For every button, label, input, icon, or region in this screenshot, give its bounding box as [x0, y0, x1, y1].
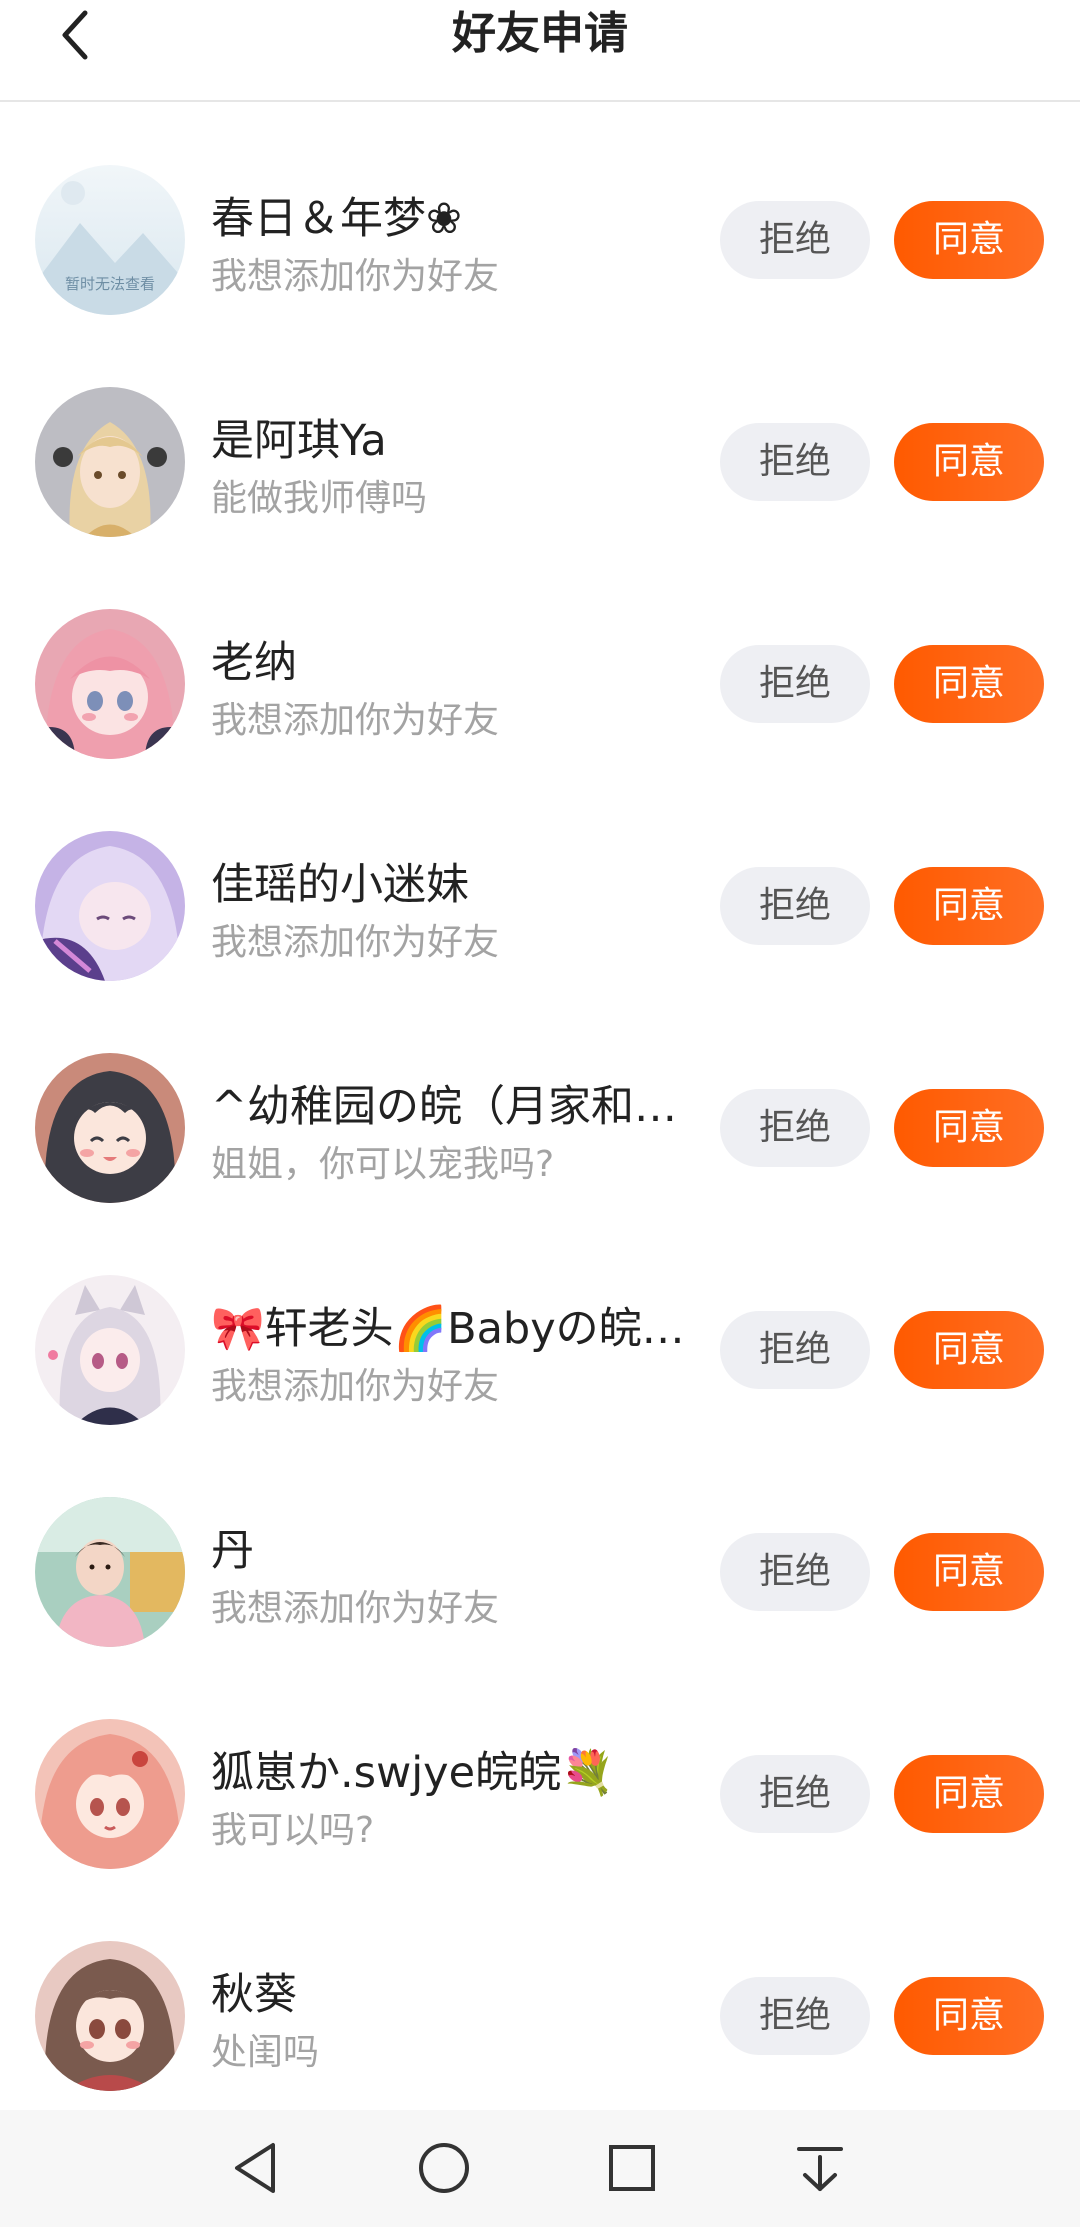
- home-circle-icon: [419, 2143, 469, 2193]
- request-message: 我可以吗?: [211, 1810, 375, 1851]
- request-message: 我想添加你为好友: [211, 700, 500, 741]
- friend-requests-screen: 好友申请 暂时无法查看 春日＆年梦❀ 我想添加你为好友 拒绝 同意 是阿琪Ya …: [0, 0, 1080, 2227]
- accept-button[interactable]: 同意: [894, 1311, 1044, 1389]
- nav-recents-button[interactable]: [597, 2133, 667, 2203]
- reject-button[interactable]: 拒绝: [720, 1755, 870, 1833]
- accept-button[interactable]: 同意: [894, 423, 1044, 501]
- anime-girl-brown-avatar[interactable]: [35, 1941, 185, 2091]
- request-item: 是阿琪Ya 能做我师傅吗 拒绝 同意: [0, 324, 1080, 546]
- reject-button[interactable]: 拒绝: [720, 201, 870, 279]
- page-title: 好友申请: [452, 8, 628, 59]
- request-item: ^幼稚园の皖（月家和… 姐姐，你可以宠我吗? 拒绝 同意: [0, 990, 1080, 1212]
- back-triangle-icon: [235, 2143, 275, 2193]
- reject-button[interactable]: 拒绝: [720, 1977, 870, 2055]
- nav-notification-button[interactable]: [785, 2133, 855, 2203]
- accept-button[interactable]: 同意: [894, 645, 1044, 723]
- header-bar: 好友申请: [0, 0, 1080, 102]
- nav-back-button[interactable]: [221, 2133, 291, 2203]
- request-message: 我想添加你为好友: [211, 1366, 500, 1407]
- accept-button[interactable]: 同意: [894, 1755, 1044, 1833]
- anime-catgirl-avatar[interactable]: [35, 1275, 185, 1425]
- recents-square-icon: [609, 2145, 655, 2191]
- request-name: 春日＆年梦❀: [211, 194, 463, 244]
- request-message: 姐姐，你可以宠我吗?: [211, 1144, 555, 1185]
- anime-girl-pink-avatar[interactable]: [35, 609, 185, 759]
- request-name: ^幼稚园の皖（月家和…: [211, 1082, 678, 1132]
- request-name: 秋葵: [211, 1970, 297, 2020]
- accept-button[interactable]: 同意: [894, 1977, 1044, 2055]
- reject-button[interactable]: 拒绝: [720, 1089, 870, 1167]
- accept-button[interactable]: 同意: [894, 1089, 1044, 1167]
- request-message: 我想添加你为好友: [211, 256, 500, 297]
- request-item: 老纳 我想添加你为好友 拒绝 同意: [0, 546, 1080, 768]
- nav-home-button[interactable]: [409, 2133, 479, 2203]
- request-item: 暂时无法查看 春日＆年梦❀ 我想添加你为好友 拒绝 同意: [0, 102, 1080, 324]
- anime-girl-blonde-avatar[interactable]: [35, 387, 185, 537]
- placeholder-text: 暂时无法查看: [65, 275, 155, 293]
- reject-button[interactable]: 拒绝: [720, 1533, 870, 1611]
- placeholder-avatar[interactable]: 暂时无法查看: [35, 165, 185, 315]
- request-item: 狐崽か.swjye皖皖💐 我可以吗? 拒绝 同意: [0, 1656, 1080, 1878]
- request-name: 狐崽か.swjye皖皖💐: [211, 1748, 615, 1798]
- reject-button[interactable]: 拒绝: [720, 1311, 870, 1389]
- accept-button[interactable]: 同意: [894, 201, 1044, 279]
- accept-button[interactable]: 同意: [894, 1533, 1044, 1611]
- request-message: 处闺吗: [211, 2032, 320, 2073]
- reject-button[interactable]: 拒绝: [720, 423, 870, 501]
- request-message: 我想添加你为好友: [211, 1588, 500, 1629]
- request-message: 我想添加你为好友: [211, 922, 500, 963]
- request-name: 老纳: [211, 638, 297, 688]
- request-message: 能做我师傅吗: [211, 478, 428, 519]
- request-name: 佳瑶的小迷妹: [211, 860, 469, 910]
- anime-girl-peach-avatar[interactable]: [35, 1719, 185, 1869]
- anime-girl-dark-hair-avatar[interactable]: [35, 1053, 185, 1203]
- request-item: 🎀轩老头🌈Babyの皖… 我想添加你为好友 拒绝 同意: [0, 1212, 1080, 1434]
- request-item: 丹 我想添加你为好友 拒绝 同意: [0, 1434, 1080, 1656]
- accept-button[interactable]: 同意: [894, 867, 1044, 945]
- request-item: 佳瑶的小迷妹 我想添加你为好友 拒绝 同意: [0, 768, 1080, 990]
- request-name: 丹: [211, 1526, 254, 1576]
- request-name: 是阿琪Ya: [211, 416, 387, 466]
- reject-button[interactable]: 拒绝: [720, 645, 870, 723]
- child-photo-avatar[interactable]: [35, 1497, 185, 1647]
- reject-button[interactable]: 拒绝: [720, 867, 870, 945]
- request-name: 🎀轩老头🌈Babyの皖…: [211, 1304, 685, 1354]
- notification-pulldown-icon: [797, 2147, 843, 2191]
- anime-girl-lavender-avatar[interactable]: [35, 831, 185, 981]
- system-nav-bar: [0, 2110, 1080, 2227]
- request-item: 秋葵 处闺吗 拒绝 同意: [0, 1878, 1080, 2100]
